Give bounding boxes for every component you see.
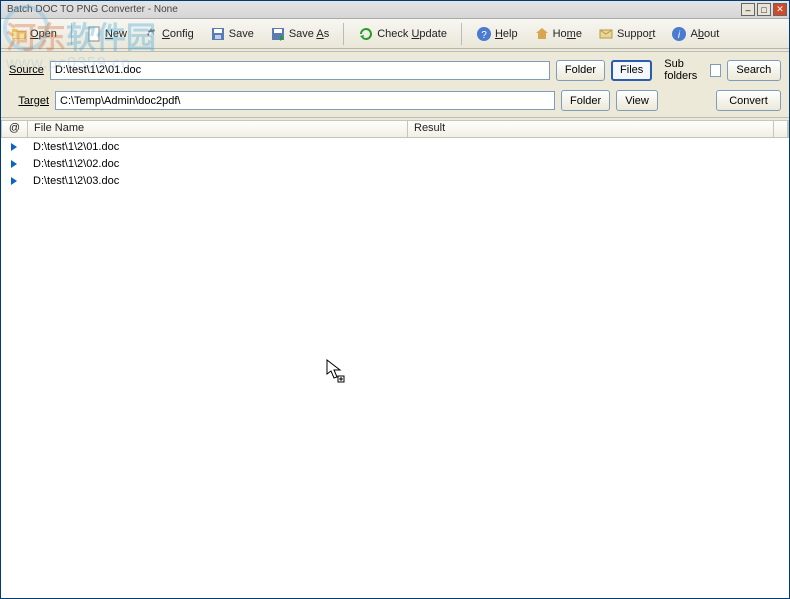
new-file-icon: [86, 26, 102, 42]
target-row: Target Folder View Convert: [1, 86, 789, 115]
home-button[interactable]: Home: [530, 24, 586, 44]
info-icon: i: [671, 26, 687, 42]
source-input[interactable]: [50, 61, 550, 80]
watermark-circle-icon: [3, 5, 49, 51]
app-window: Batch DOC TO PNG Converter - None ‒ □ ✕ …: [0, 0, 790, 599]
column-scroll-spacer: [774, 121, 788, 137]
support-button[interactable]: Support: [594, 24, 660, 44]
separator: [461, 23, 462, 45]
help-button[interactable]: ? Help: [472, 24, 522, 44]
mail-icon: [598, 26, 614, 42]
save-button[interactable]: Save: [206, 24, 258, 44]
subfolders-checkbox[interactable]: [710, 64, 720, 77]
toolbar: Open New Config Save Save As Check Updat…: [1, 19, 789, 49]
subfolders-group: Sub folders: [664, 58, 720, 82]
help-label: Help: [495, 28, 518, 40]
about-label: About: [690, 28, 719, 40]
maximize-button[interactable]: □: [757, 3, 771, 16]
subfolders-label: Sub folders: [664, 58, 706, 82]
list-item[interactable]: D:\test\1\2\01.doc: [1, 138, 789, 155]
divider: [1, 51, 789, 52]
source-folder-button[interactable]: Folder: [556, 60, 605, 81]
source-files-button[interactable]: Files: [611, 60, 652, 81]
svg-text:?: ?: [481, 30, 487, 41]
filename-cell: D:\test\1\2\01.doc: [27, 141, 407, 153]
saveas-button[interactable]: Save As: [266, 24, 333, 44]
check-label: Check Update: [377, 28, 447, 40]
titlebar: Batch DOC TO PNG Converter - None ‒ □ ✕: [1, 1, 789, 19]
config-label: Config: [162, 28, 194, 40]
support-label: Support: [617, 28, 656, 40]
play-icon: [1, 177, 27, 185]
minimize-button[interactable]: ‒: [741, 3, 755, 16]
gear-icon: [143, 26, 159, 42]
refresh-icon: [358, 26, 374, 42]
search-button[interactable]: Search: [727, 60, 781, 81]
about-button[interactable]: i About: [667, 24, 723, 44]
view-button[interactable]: View: [616, 90, 658, 111]
column-result[interactable]: Result: [408, 121, 774, 137]
close-button[interactable]: ✕: [773, 3, 787, 16]
disk-icon: [210, 26, 226, 42]
column-at[interactable]: @: [2, 121, 28, 137]
save-label: Save: [229, 28, 254, 40]
filename-cell: D:\test\1\2\03.doc: [27, 175, 407, 187]
target-input[interactable]: [55, 91, 555, 110]
column-filename[interactable]: File Name: [28, 121, 408, 137]
separator: [71, 23, 72, 45]
list-item[interactable]: D:\test\1\2\03.doc: [1, 172, 789, 189]
source-row: Source Folder Files Sub folders Search: [1, 54, 789, 86]
new-button[interactable]: New: [82, 24, 131, 44]
home-label: Home: [553, 28, 582, 40]
help-icon: ?: [476, 26, 492, 42]
check-update-button[interactable]: Check Update: [354, 24, 451, 44]
list-body[interactable]: D:\test\1\2\01.doc D:\test\1\2\02.doc D:…: [1, 138, 789, 598]
separator: [343, 23, 344, 45]
home-icon: [534, 26, 550, 42]
new-label: New: [105, 28, 127, 40]
divider: [1, 117, 789, 118]
saveas-label: Save As: [289, 28, 329, 40]
convert-button[interactable]: Convert: [716, 90, 781, 111]
config-button[interactable]: Config: [139, 24, 198, 44]
target-label: Target: [9, 95, 49, 107]
play-icon: [1, 143, 27, 151]
source-label: Source: [9, 64, 44, 76]
play-icon: [1, 160, 27, 168]
disk-arrow-icon: [270, 26, 286, 42]
filename-cell: D:\test\1\2\02.doc: [27, 158, 407, 170]
target-folder-button[interactable]: Folder: [561, 90, 610, 111]
list-item[interactable]: D:\test\1\2\02.doc: [1, 155, 789, 172]
list-header: @ File Name Result: [1, 120, 789, 138]
window-controls: ‒ □ ✕: [741, 3, 787, 16]
